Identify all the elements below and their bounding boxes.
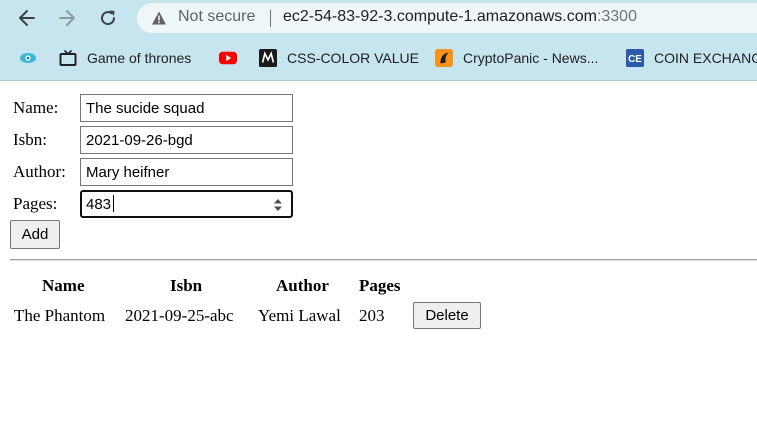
bookmark-label: COIN EXCHANGE [654,50,757,66]
arrow-left-icon [19,10,35,26]
header-isbn: Isbn [170,276,203,295]
pages-field[interactable] [80,190,293,218]
header-author: Author [276,276,329,295]
bookmark-eye[interactable] [19,47,47,69]
cryptopanic-icon [435,49,453,67]
warning-icon[interactable] [151,10,167,26]
url-text[interactable]: ec2-54-83-92-3.compute-1.amazonaws.com:3… [283,8,637,26]
ce-icon: CE [626,49,644,67]
bookmark-label: CSS-COLOR VALUE [287,50,419,66]
url-port: :3300 [596,8,637,25]
omnibox-separator [270,10,271,27]
reload-icon [101,10,116,26]
bookmark-coin-exchange[interactable]: CE COIN EXCHANGE [626,47,757,69]
forward-button[interactable] [53,4,81,32]
bookmark-label: CryptoPanic - News... [463,50,599,66]
security-status-label[interactable]: Not secure [178,8,255,26]
bookmarks-bar: Game of thrones CSS-COLOR VALUE CryptoPa… [0,42,757,74]
bookmark-cryptopanic[interactable]: CryptoPanic - News... [435,47,598,69]
divider-shadow [10,260,757,261]
url-host: ec2-54-83-92-3.compute-1.amazonaws.com [283,8,597,25]
eye-icon [19,49,37,67]
cell-name: The Phantom [14,306,106,325]
author-field[interactable] [80,158,293,186]
name-field[interactable] [80,94,293,122]
bookmark-game-of-thrones[interactable]: Game of thrones [59,47,191,69]
delete-button[interactable]: Delete [413,302,481,329]
svg-text:CE: CE [628,54,642,65]
address-bar[interactable]: Not secure ec2-54-83-92-3.compute-1.amaz… [137,3,757,33]
name-label: Name: [13,98,59,117]
reload-button[interactable] [94,4,122,32]
cell-author: Yemi Lawal [258,306,341,325]
isbn-label: Isbn: [13,130,47,149]
bookmark-label: Game of thrones [87,50,192,66]
author-label: Author: [13,162,66,181]
bookmark-css-color-value[interactable]: CSS-COLOR VALUE [259,47,419,69]
toolbar-divider [0,80,757,81]
pages-label: Pages: [13,194,58,213]
number-spinner-icon[interactable] [272,197,284,213]
isbn-field[interactable] [80,126,293,154]
header-pages: Pages [359,276,401,295]
text-caret [113,195,114,212]
header-name: Name [42,276,85,295]
cell-pages: 203 [359,306,385,325]
bookmark-youtube[interactable] [219,47,247,69]
arrow-right-icon [59,10,75,26]
add-button[interactable]: Add [10,220,60,249]
m-logo-icon [259,49,277,67]
youtube-icon [219,49,237,67]
back-button[interactable] [13,4,41,32]
cell-isbn: 2021-09-25-abc [125,306,234,325]
tv-icon [59,49,77,67]
